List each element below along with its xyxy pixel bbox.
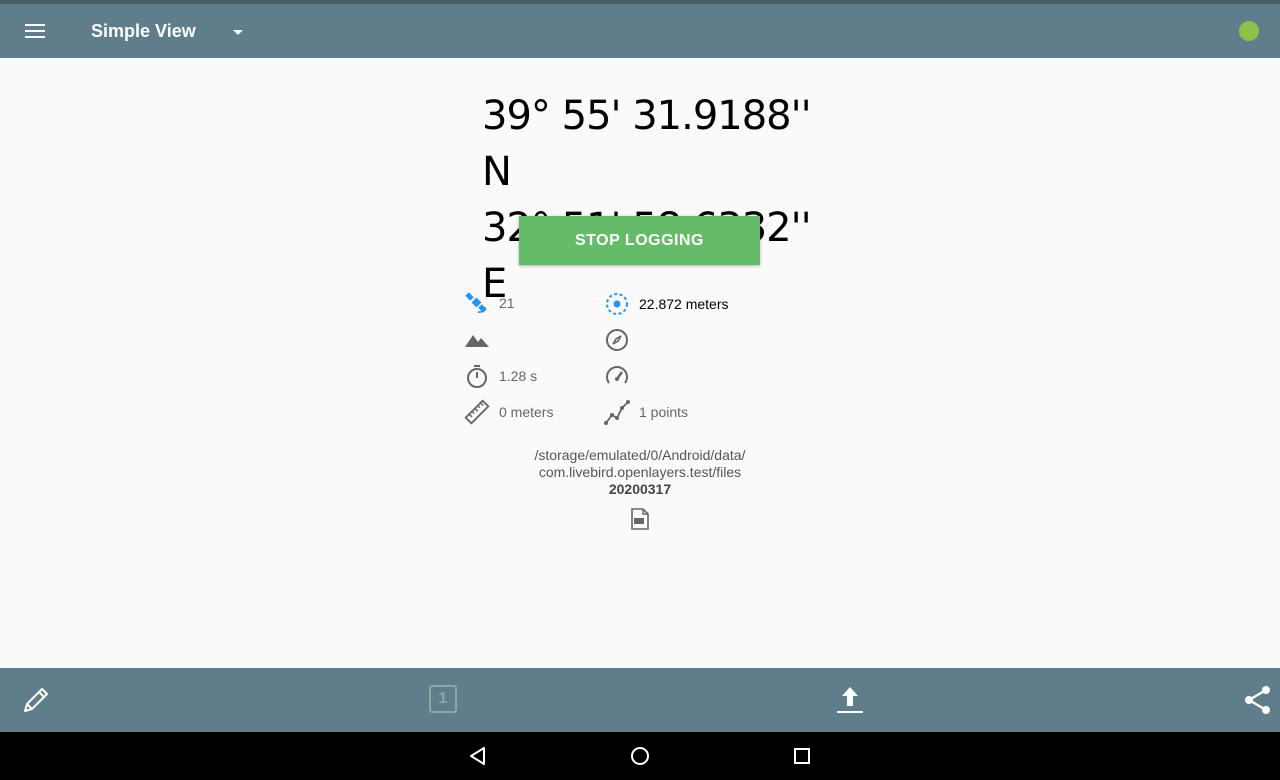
points-value: 1 points	[639, 404, 689, 420]
gpx-file-icon[interactable]	[629, 507, 651, 531]
stop-logging-button[interactable]: STOP LOGGING	[519, 216, 760, 265]
satellite-icon	[465, 292, 487, 313]
view-title[interactable]: Simple View	[91, 21, 196, 42]
accuracy-value: 22.872 meters	[639, 296, 729, 312]
pencil-icon[interactable]	[20, 684, 52, 716]
satellites-stat: 21	[464, 290, 515, 316]
altitude-stat	[464, 327, 499, 353]
accuracy-stat: 22.872 meters	[604, 291, 729, 317]
accuracy-target-icon	[606, 293, 628, 315]
hamburger-menu-icon[interactable]	[24, 20, 46, 42]
stopwatch-icon	[467, 365, 487, 388]
gps-status-indicator	[1239, 21, 1259, 41]
latitude-text: 39° 55' 31.9188'' N	[482, 93, 812, 195]
distance-stat: 0 meters	[464, 399, 553, 425]
path-line-2: com.livebird.openlayers.test/files	[538, 464, 742, 480]
satellites-value: 21	[499, 295, 515, 311]
path-line-1: /storage/emulated/0/Android/data/	[534, 447, 746, 463]
upload-icon[interactable]	[834, 684, 866, 716]
app-bar: Simple View	[0, 4, 1280, 58]
speed-stat	[604, 363, 639, 389]
distance-value: 0 meters	[499, 404, 554, 420]
duration-stat: 1.28 s	[464, 363, 537, 389]
compass-icon	[606, 329, 628, 351]
dropdown-arrow-icon[interactable]	[230, 24, 246, 40]
home-icon[interactable]	[628, 744, 652, 768]
bottom-toolbar: 1	[0, 668, 1280, 732]
track-points-icon	[604, 400, 630, 425]
log-file-path: /storage/emulated/0/Android/data/ com.li…	[0, 447, 1280, 498]
file-name: 20200317	[608, 481, 672, 497]
share-icon[interactable]	[1242, 684, 1274, 716]
speedometer-icon	[606, 366, 628, 384]
recents-icon[interactable]	[790, 744, 814, 768]
ruler-icon	[464, 399, 490, 425]
back-icon[interactable]	[466, 744, 490, 768]
one-badge-icon[interactable]: 1	[429, 685, 457, 713]
android-navigation-bar	[0, 732, 1280, 780]
bearing-stat	[604, 327, 639, 353]
points-stat: 1 points	[604, 399, 688, 425]
mountain-icon	[465, 335, 489, 347]
duration-value: 1.28 s	[499, 368, 538, 384]
coordinates-display: 39° 55' 31.9188'' N 32° 51' 58.6332'' E	[0, 88, 1280, 312]
